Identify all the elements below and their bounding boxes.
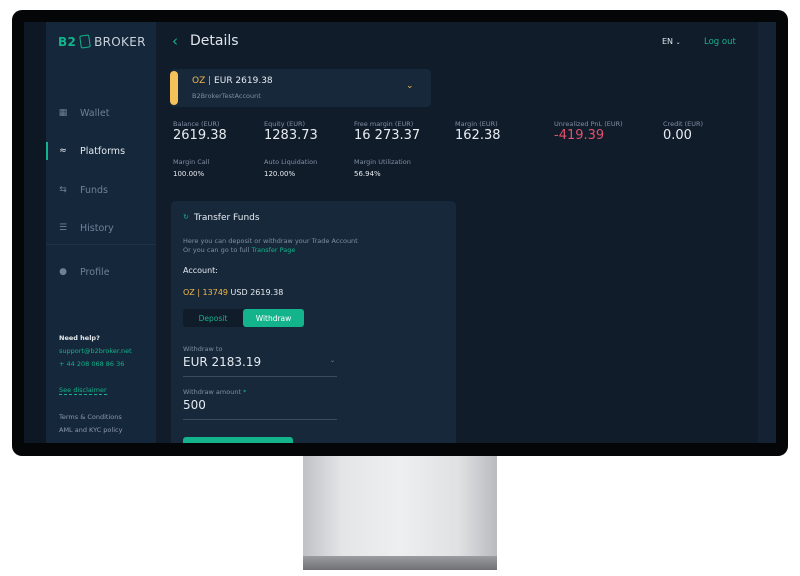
monitor-stand (303, 456, 497, 566)
support-email-link[interactable]: support@b2broker.net (59, 347, 132, 355)
transfer-account: OZ | 13749 USD 2619.38 (183, 288, 284, 297)
list-icon: ☰ (58, 223, 68, 233)
language-select[interactable]: EN ⌄ (662, 37, 681, 46)
tab-deposit[interactable]: Deposit (183, 309, 243, 327)
account-balance: EUR 2619.38 (214, 76, 273, 86)
withdraw-amount-input[interactable]: Withdraw amount * 500 (183, 388, 337, 420)
help-title: Need help? (59, 334, 100, 342)
monitor-stand-base (303, 556, 497, 570)
refresh-icon: ↻ (183, 213, 189, 221)
grid-icon: ▦ (58, 108, 68, 118)
transfer-funds-panel: ↻ Transfer Funds Here you can deposit or… (171, 201, 456, 443)
page-title: Details (190, 33, 239, 49)
account-name: B2BrokerTestAccount (192, 92, 261, 100)
right-strip (758, 22, 776, 443)
stat-equity: Equity (EUR) 1283.73 (264, 120, 318, 143)
sidebar-item-platforms[interactable]: ≈ Platforms (46, 141, 156, 161)
logout-link[interactable]: Log out (704, 37, 736, 47)
user-icon: ● (59, 267, 67, 277)
back-chevron-icon[interactable]: ‹ (172, 32, 178, 50)
stat-margin-call: Margin Call 100.00% (173, 158, 210, 178)
stat-credit: Credit (EUR) 0.00 (663, 120, 704, 143)
stat-unrealized-pnl: Unrealized PnL (EUR) -419.39 (554, 120, 623, 143)
sidebar-item-profile[interactable]: ● Profile (46, 262, 156, 282)
withdraw-to-select[interactable]: Withdraw to EUR 2183.19 ⌄ (183, 345, 337, 377)
stat-balance: Balance (EUR) 2619.38 (173, 120, 227, 143)
stat-margin: Margin (EUR) 162.38 (455, 120, 501, 143)
aml-link[interactable]: AML and KYC policy (59, 426, 122, 434)
account-color-bar (170, 71, 178, 105)
terms-link[interactable]: Terms & Conditions (59, 413, 122, 421)
divider (46, 244, 156, 245)
sidebar-item-wallet[interactable]: ▦ Wallet (46, 103, 156, 123)
sidebar: B2 BROKER ▦ Wallet ≈ Platforms ⇆ Funds ☰ Hist… (46, 22, 156, 443)
sidebar-item-history[interactable]: ☰ History (46, 218, 156, 238)
stat-auto-liquidation: Auto Liquidation 120.00% (264, 158, 318, 178)
stat-free-margin: Free margin (EUR) 16 273.37 (354, 120, 421, 143)
chevron-down-icon: ⌄ (329, 357, 335, 364)
stat-margin-utilization: Margin Utilization 56.94% (354, 158, 411, 178)
logo-icon (79, 34, 91, 49)
account-label: Account: (183, 266, 218, 275)
submit-button[interactable] (183, 437, 293, 443)
account-selector[interactable]: OZ | EUR 2619.38 B2BrokerTestAccount ⌄ (170, 69, 431, 107)
chart-icon: ≈ (59, 146, 67, 156)
logo[interactable]: B2 BROKER (58, 34, 146, 49)
sidebar-item-funds[interactable]: ⇆ Funds (46, 180, 156, 200)
arrows-icon: ⇆ (59, 185, 67, 195)
chevron-down-icon: ⌄ (406, 81, 414, 91)
left-strip (24, 22, 46, 443)
support-phone-link[interactable]: + 44 208 068 86 36 (59, 360, 124, 368)
panel-description: Here you can deposit or withdraw your Tr… (183, 237, 358, 254)
disclaimer-link[interactable]: See disclaimer (59, 386, 107, 395)
tab-withdraw[interactable]: Withdraw (243, 309, 304, 327)
chevron-down-icon: ⌄ (675, 39, 681, 46)
deposit-withdraw-toggle: Deposit Withdraw (183, 309, 304, 327)
app-screen: B2 BROKER ▦ Wallet ≈ Platforms ⇆ Funds ☰ Hist… (24, 22, 776, 443)
transfer-page-link[interactable]: Transfer Page (251, 246, 295, 254)
panel-title: Transfer Funds (194, 213, 260, 223)
